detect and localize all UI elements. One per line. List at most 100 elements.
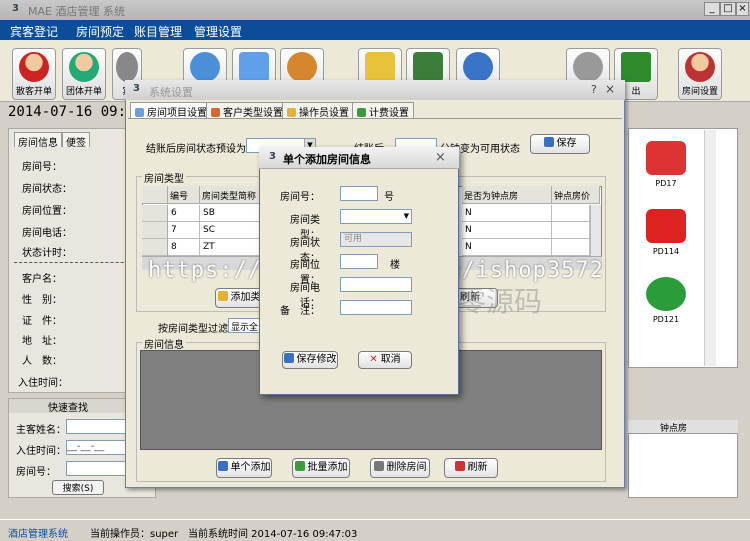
room-label: PD114 [652, 247, 680, 256]
single-add-icon [217, 461, 228, 471]
tab-room-items[interactable]: 房间项目设置 [130, 102, 212, 119]
table-cell[interactable]: N [462, 239, 552, 256]
add-room-modal-title: 单个添加房间信息 [283, 153, 371, 166]
status-bar: 酒店管理系统 当前操作员：super 当前系统时间 2014-07-16 09:… [0, 519, 750, 541]
group-checkin-button[interactable]: 团体开单 [62, 48, 106, 100]
refresh-rooms-button[interactable]: 刷新 [444, 458, 498, 478]
menu-settings[interactable]: 管理设置 [194, 23, 242, 40]
col-hourly: 是否为钟点房 [462, 186, 552, 204]
table-cell[interactable]: 8 [168, 239, 200, 256]
close-button[interactable]: × [736, 2, 749, 16]
table-vscrollbar[interactable] [590, 205, 601, 256]
tab-operators[interactable]: 操作员设置 [282, 102, 354, 119]
available-room-icon [646, 277, 686, 311]
system-time-text: 当前系统时间 2014-07-16 09:47:03 [188, 529, 358, 540]
search-button[interactable]: 搜索(S) [52, 480, 104, 495]
delete-room-button[interactable]: 删除房间 [370, 458, 430, 478]
room-pos-suffix: 楼 [390, 260, 400, 271]
batch-add-button[interactable]: 批量添加 [292, 458, 350, 478]
phone-icon [463, 52, 493, 82]
room-tile-pd114[interactable]: PD114 [641, 209, 691, 256]
col-short-name: 房间类型简称 [200, 186, 262, 204]
folder-icon [239, 52, 269, 82]
quick-search-title: 快速查找 [9, 399, 127, 414]
group-checkin-label: 团体开单 [65, 87, 102, 97]
add-room-modal-titlebar: 3 单个添加房间信息 × [259, 147, 459, 169]
room-tile-pd17[interactable]: PD17 [641, 141, 691, 188]
cancel-x-icon: ✕ [369, 354, 378, 365]
room-status-input: 可用 [340, 232, 412, 247]
dialog-close-icon[interactable]: × [605, 82, 615, 96]
status-timer-label: 状态计时： [22, 248, 72, 259]
menu-accounts[interactable]: 账目管理 [134, 23, 182, 40]
tab-notes[interactable]: 便签 [62, 132, 90, 149]
batch-add-icon [294, 461, 305, 471]
filter-label: 按房间类型过滤： [158, 324, 238, 335]
table-cell[interactable]: SB [200, 205, 262, 222]
grid-icon [135, 108, 144, 117]
room-search-input[interactable] [66, 461, 128, 476]
window-title: MAE 酒店管理 系统 [28, 5, 125, 18]
table-cell[interactable] [552, 205, 590, 222]
room-phone-input[interactable] [340, 277, 412, 292]
filter-select[interactable]: 显示全 [228, 318, 262, 333]
save-settings-button[interactable]: 保存 [530, 134, 590, 154]
tab-customer-types[interactable]: 客户类型设置 [206, 102, 288, 119]
add-type-button[interactable]: 添加类 [215, 288, 263, 308]
date-display: 2014-07-16 09:4 [8, 104, 135, 120]
menu-reservation[interactable]: 房间预定 [76, 23, 124, 40]
room-settings-label: 房间设置 [681, 87, 718, 97]
modal-logo-icon: 3 [269, 151, 276, 162]
tab-room-info[interactable]: 房间信息 [14, 132, 62, 149]
note-input[interactable] [340, 300, 412, 315]
cancel-button[interactable]: ✕ 取消 [358, 351, 412, 369]
room-type-group-label: 房间类型 [142, 170, 186, 185]
table-cell[interactable]: N [462, 222, 552, 239]
screen-icon [116, 52, 138, 82]
guest-name-search-input[interactable] [66, 419, 128, 434]
room-panel-scrollbar[interactable] [704, 130, 716, 366]
table-cell[interactable] [552, 222, 590, 239]
save-icon [283, 353, 294, 363]
row-header[interactable] [142, 222, 168, 239]
walkin-checkin-button[interactable]: 散客开单 [12, 48, 56, 100]
table-cell[interactable]: ZT [200, 239, 262, 256]
staff-icon [685, 52, 715, 82]
room-no-suffix: 号 [384, 192, 394, 203]
chevron-down-icon: ▼ [403, 212, 409, 220]
people-icon [287, 52, 317, 82]
checkin-search-input[interactable]: __-__-__ [66, 440, 128, 455]
operator-icon [287, 108, 296, 117]
batch-add-label: 批量添加 [307, 462, 348, 473]
save-changes-button[interactable]: 保存修改 [282, 351, 338, 369]
table-cell[interactable]: 6 [168, 205, 200, 222]
room-pos-input[interactable] [340, 254, 378, 269]
group-icon [69, 52, 99, 82]
room-type-select[interactable]: ▼ [340, 209, 412, 224]
customer-icon [211, 108, 220, 117]
table-corner [142, 186, 168, 204]
room-tile-pd121[interactable]: PD121 [641, 277, 691, 324]
table-cell[interactable]: 7 [168, 222, 200, 239]
minimize-button[interactable]: _ [704, 2, 720, 16]
single-add-button[interactable]: 单个添加 [216, 458, 272, 478]
table-cell[interactable]: SC [200, 222, 262, 239]
room-phone-label: 房间电话： [22, 228, 72, 239]
table-cell[interactable] [552, 239, 590, 256]
modal-close-icon[interactable]: × [435, 150, 446, 165]
room-no-input[interactable] [340, 186, 378, 201]
help-icon[interactable]: ? [591, 83, 597, 96]
row-header[interactable] [142, 205, 168, 222]
room-search-label: 房间号： [16, 467, 56, 478]
hourly-room-header: 钟点房 [628, 420, 738, 434]
room-settings-button[interactable]: 房间设置 [678, 48, 722, 100]
people-count-label: 人 数： [22, 356, 62, 367]
menu-checkin[interactable]: 宾客登记 [10, 23, 58, 40]
maximize-button[interactable]: □ [720, 2, 736, 16]
row-header[interactable] [142, 239, 168, 256]
table-cell[interactable]: N [462, 205, 552, 222]
notice-icon [365, 52, 395, 82]
tab-billing[interactable]: 计费设置 [352, 102, 414, 119]
delete-icon [373, 461, 384, 471]
add-icon [217, 291, 228, 301]
